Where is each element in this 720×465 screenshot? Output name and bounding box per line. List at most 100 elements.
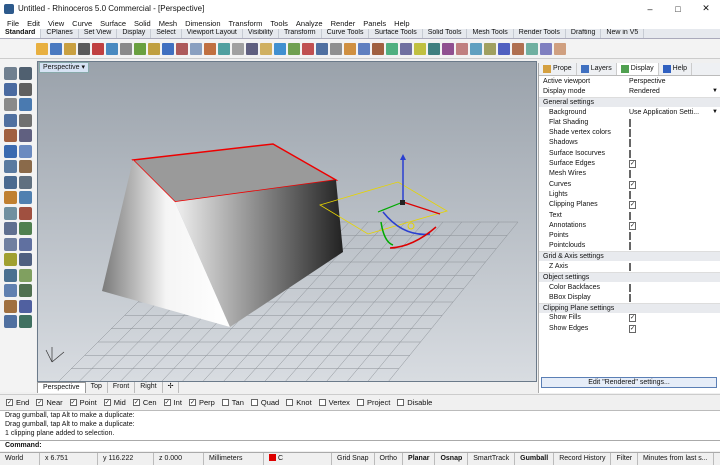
add-viewport-icon[interactable]: ✢ [163, 382, 180, 393]
toolbar-tool-icon[interactable] [36, 42, 48, 55]
tool-palette-icon[interactable] [4, 175, 17, 189]
tool-palette-icon[interactable] [4, 160, 17, 173]
osnap-checkbox[interactable]: ✓ [6, 398, 13, 406]
osnap-checkbox[interactable] [250, 398, 258, 406]
tool-palette-icon[interactable] [19, 253, 32, 266]
setting-checkbox[interactable] [629, 262, 631, 271]
menu-item-transform[interactable]: Transform [225, 19, 267, 28]
setting-checkbox[interactable]: ✓ [629, 314, 637, 323]
menu-item-panels[interactable]: Panels [359, 19, 390, 28]
toolbar-tool-icon[interactable] [344, 42, 356, 55]
tool-palette-icon[interactable] [4, 98, 17, 111]
edit-rendered-settings-button[interactable]: Edit "Rendered" settings... [541, 377, 717, 388]
chevron-down-icon[interactable]: ▼ [712, 88, 720, 94]
tool-palette-icon[interactable] [4, 113, 17, 127]
osnap-checkbox[interactable]: ✓ [69, 398, 77, 406]
toolbar-tool-icon[interactable] [372, 42, 384, 55]
menu-item-analyze[interactable]: Analyze [292, 19, 327, 28]
setting-checkbox[interactable] [629, 149, 631, 158]
tool-palette-icon[interactable] [19, 175, 32, 189]
osnap-checkbox[interactable]: ✓ [132, 398, 140, 406]
tool-palette-icon[interactable] [4, 237, 17, 251]
toolbar-tool-icon[interactable] [498, 42, 510, 55]
tool-palette-icon[interactable] [4, 268, 17, 282]
setting-checkbox[interactable] [629, 283, 631, 292]
status-layer[interactable]: C [264, 452, 332, 465]
menu-item-dimension[interactable]: Dimension [181, 19, 224, 28]
menu-item-surface[interactable]: Surface [96, 19, 130, 28]
menu-item-render[interactable]: Render [327, 19, 360, 28]
menu-item-edit[interactable]: Edit [23, 19, 44, 28]
setting-checkbox[interactable]: ✓ [629, 201, 637, 210]
toolbar-tool-icon[interactable] [218, 42, 230, 55]
tool-palette-icon[interactable] [4, 82, 17, 96]
close-icon[interactable]: ✕ [692, 0, 720, 17]
tab-curve-tools[interactable]: Curve Tools [322, 29, 370, 38]
toolbar-tool-icon[interactable] [92, 42, 104, 55]
setting-row[interactable]: Surface Edges ✓ [539, 158, 720, 169]
tool-palette-icon[interactable] [4, 253, 17, 266]
toolbar-tool-icon[interactable] [302, 42, 314, 55]
tool-palette-icon[interactable] [4, 191, 17, 204]
toolbar-tool-icon[interactable] [162, 42, 174, 55]
osnap-disable[interactable]: Disable [397, 398, 432, 407]
setting-checkbox[interactable] [629, 190, 631, 199]
chevron-down-icon[interactable]: ▼ [712, 109, 720, 115]
setting-row[interactable]: Color Backfaces [539, 282, 720, 292]
command-input[interactable]: Command: [0, 440, 720, 451]
toolbar-tool-icon[interactable] [330, 42, 342, 55]
setting-checkbox[interactable]: ✓ [629, 160, 637, 169]
background-row[interactable]: Background Use Application Setti... ▼ [539, 107, 720, 117]
osnap-checkbox[interactable] [356, 398, 364, 406]
osnap-vertex[interactable]: Vertex [318, 398, 350, 407]
toolbar-tool-icon[interactable] [246, 42, 258, 55]
panel-tab-layers[interactable]: Layers [577, 63, 617, 75]
setting-row[interactable]: Z Axis [539, 261, 720, 271]
status-toggle-grid-snap[interactable]: Grid Snap [332, 452, 375, 465]
toolbar-tool-icon[interactable] [134, 42, 146, 55]
status-units[interactable]: Millimeters [204, 452, 264, 465]
toolbar-tool-icon[interactable] [400, 42, 412, 55]
osnap-checkbox[interactable]: ✓ [188, 398, 196, 406]
tool-palette-icon[interactable] [4, 222, 17, 235]
setting-row[interactable]: Surface Isocurves [539, 148, 720, 158]
tool-palette-icon[interactable] [19, 82, 32, 96]
toolbar-tool-icon[interactable] [316, 42, 328, 55]
toolbar-tool-icon[interactable] [260, 42, 272, 55]
setting-checkbox[interactable] [629, 139, 631, 148]
tab-drafting[interactable]: Drafting [566, 29, 602, 38]
status-toggle-filter[interactable]: Filter [611, 452, 639, 465]
menu-item-solid[interactable]: Solid [130, 19, 155, 28]
tab-solid-tools[interactable]: Solid Tools [423, 29, 468, 38]
setting-checkbox[interactable] [629, 170, 631, 179]
menu-item-help[interactable]: Help [390, 19, 413, 28]
setting-row[interactable]: Show Edges ✓ [539, 323, 720, 333]
tab-viewport-layout[interactable]: Viewport Layout [182, 29, 243, 38]
toolbar-tool-icon[interactable] [442, 42, 454, 55]
tool-palette-icon[interactable] [19, 299, 32, 313]
grid-axis-header[interactable]: Grid & Axis settings [539, 251, 720, 262]
toolbar-tool-icon[interactable] [78, 42, 90, 55]
osnap-perp[interactable]: ✓ Perp [188, 398, 215, 407]
setting-row[interactable]: Flat Shading [539, 117, 720, 127]
panel-tab-display[interactable]: Display [616, 63, 659, 75]
setting-row[interactable]: Curves ✓ [539, 179, 720, 189]
viewport-tab-right[interactable]: Right [135, 382, 163, 393]
setting-checkbox[interactable] [629, 293, 631, 302]
tool-palette-icon[interactable] [19, 222, 32, 235]
menu-item-view[interactable]: View [44, 19, 68, 28]
perspective-viewport[interactable]: Perspective ▾ [37, 61, 537, 382]
toolbar-tool-icon[interactable] [456, 42, 468, 55]
tab-set-view[interactable]: Set View [79, 29, 118, 38]
osnap-tan[interactable]: Tan [221, 398, 244, 407]
toolbar-tool-icon[interactable] [50, 42, 62, 55]
tab-transform[interactable]: Transform [279, 29, 322, 38]
tool-palette-icon[interactable] [19, 98, 32, 111]
setting-row[interactable]: Points [539, 230, 720, 241]
setting-checkbox[interactable]: ✓ [629, 180, 637, 189]
osnap-project[interactable]: Project [356, 398, 390, 407]
toolbar-tool-icon[interactable] [64, 42, 76, 55]
toolbar-tool-icon[interactable] [288, 42, 300, 55]
setting-row[interactable]: Text [539, 210, 720, 220]
setting-checkbox[interactable] [629, 118, 631, 127]
